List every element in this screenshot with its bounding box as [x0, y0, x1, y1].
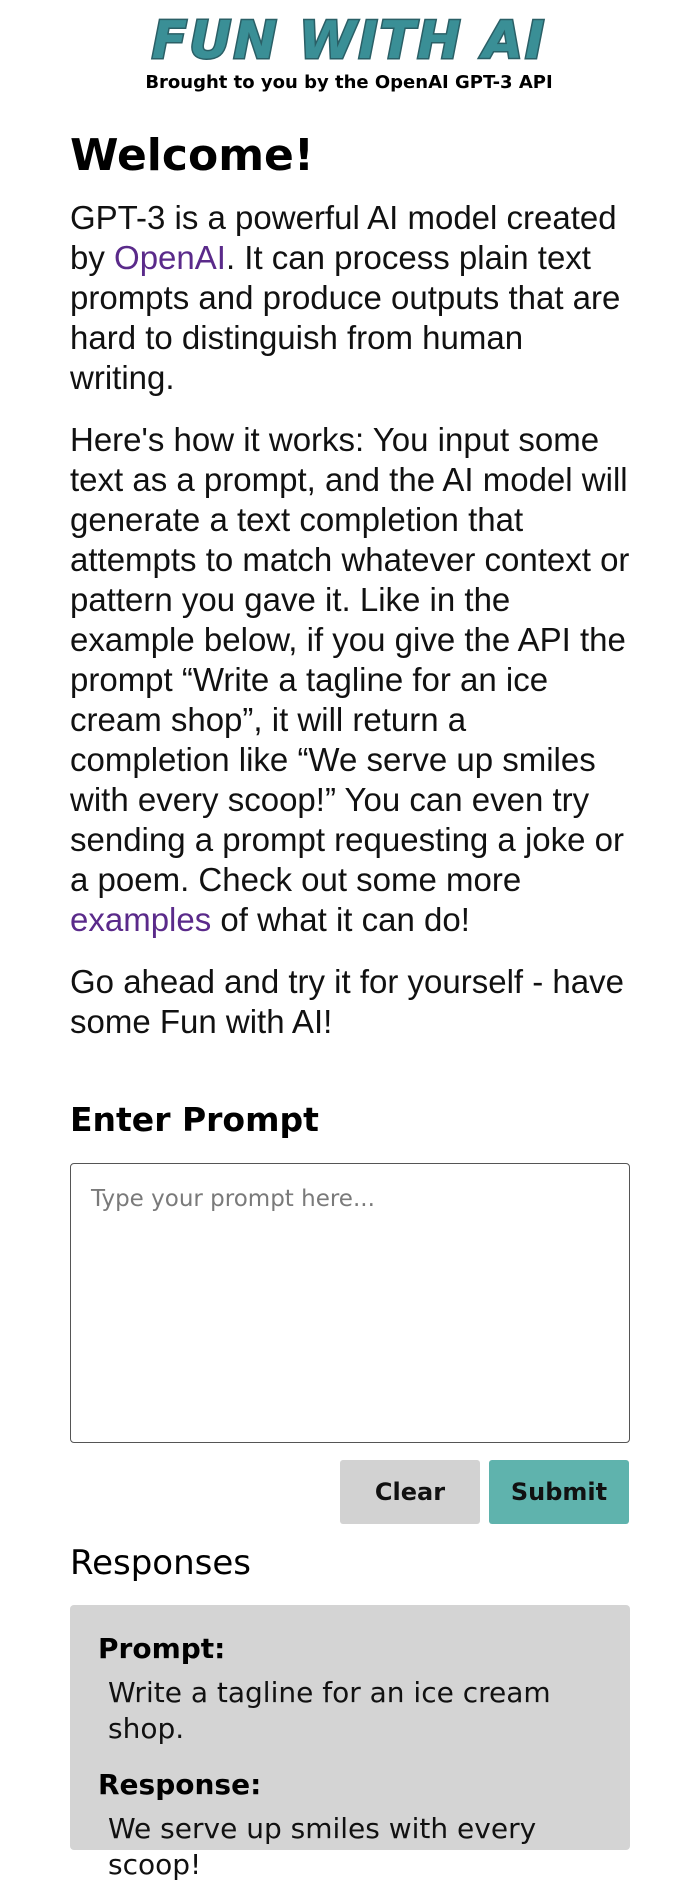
page-title: Welcome! [70, 130, 314, 181]
intro-paragraph-2: Here's how it works: You input some text… [70, 420, 630, 940]
response-text: We serve up smiles with every scoop! [108, 1812, 537, 1881]
intro-text: Here's how it works: You input some text… [70, 421, 630, 898]
prompt-label: Prompt: [98, 1632, 226, 1665]
page: FUN WITH AI Brought to you by the OpenAI… [0, 0, 698, 1904]
logo: FUN WITH AI [0, 8, 698, 69]
clear-button[interactable]: Clear [340, 1460, 480, 1524]
logo-text: FUN WITH AI [152, 11, 547, 68]
examples-link[interactable]: examples [70, 901, 211, 938]
submit-button[interactable]: Submit [489, 1460, 629, 1524]
responses-heading: Responses [70, 1543, 252, 1583]
prompt-text: Write a tagline for an ice cream shop. [108, 1676, 551, 1745]
intro-paragraph-3: Go ahead and try it for yourself - have … [70, 963, 624, 1040]
logo-graphic: FUN WITH AI [150, 10, 547, 69]
site-tagline: Brought to you by the OpenAI GPT-3 API [145, 72, 553, 93]
intro-paragraph-1: GPT-3 is a powerful AI model created by … [70, 198, 630, 398]
intro-section: Welcome! GPT-3 is a powerful AI model cr… [70, 128, 630, 1042]
intro-text: of what it can do! [211, 901, 470, 938]
prompt-heading: Enter Prompt [70, 1100, 319, 1139]
openai-link[interactable]: OpenAI [114, 239, 226, 276]
response-card: Prompt: Write a tagline for an ice cream… [70, 1605, 630, 1881]
prompt-input[interactable] [70, 1163, 630, 1443]
response-label: Response: [98, 1768, 262, 1801]
